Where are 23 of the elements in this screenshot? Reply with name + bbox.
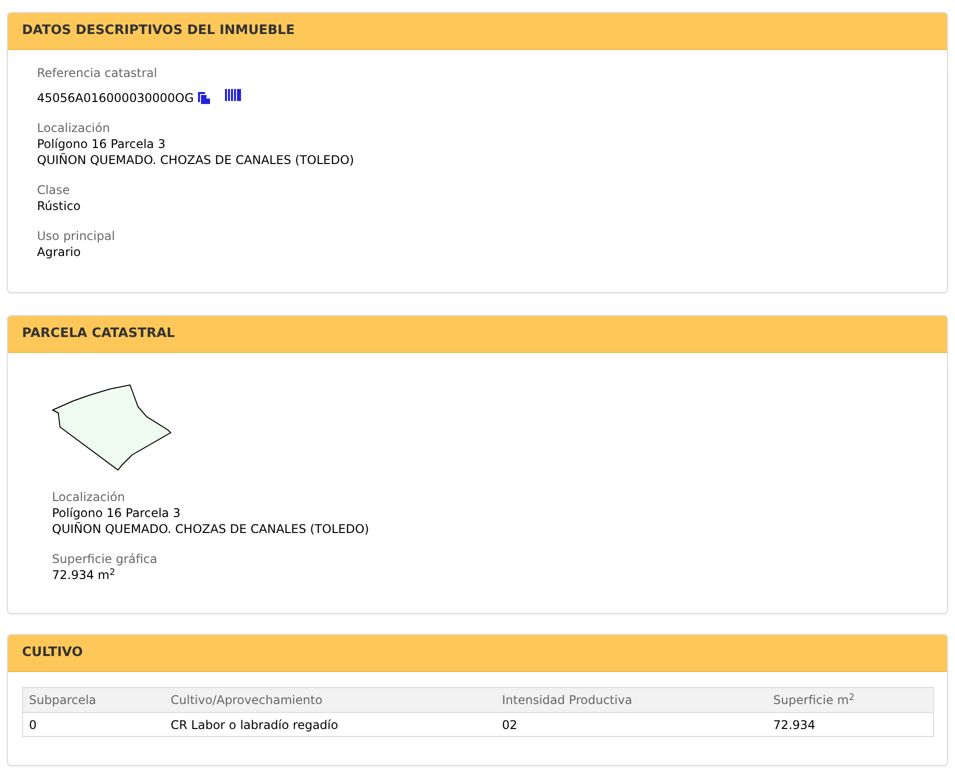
field-value: Polígono 16 Parcela 3 <box>52 505 180 521</box>
panel-title: PARCELA CATASTRAL <box>22 325 175 344</box>
copy-icon[interactable] <box>198 92 210 104</box>
panel-title: CULTIVO <box>22 644 83 662</box>
field-value: Rústico <box>37 198 81 214</box>
field-label: Clase <box>37 182 70 198</box>
field-value: 45056A016000030000OG <box>37 90 194 106</box>
table-cell: 0 <box>22 712 165 736</box>
barcode-icon[interactable] <box>224 89 241 101</box>
field-label: Superficie gráfica <box>52 551 158 567</box>
field-value: 72.934 m$^{2}$ <box>52 567 116 583</box>
field-value: Agrario <box>37 244 81 260</box>
table-cell: 72.934 <box>767 712 934 736</box>
field-label: Uso principal <box>37 228 115 244</box>
field-value: QUIÑON QUEMADO. CHOZAS DE CANALES (TOLEDO) <box>37 152 354 168</box>
field-value: Polígono 16 Parcela 3 <box>37 136 166 152</box>
field-value: QUIÑON QUEMADO. CHOZAS DE CANALES (TOLEDO) <box>52 521 370 537</box>
panel-title: DATOS DESCRIPTIVOS DEL INMUEBLE <box>22 22 295 40</box>
field-label: Referencia catastral <box>37 65 158 81</box>
field-label: Localización <box>52 489 125 505</box>
table-cell: 02 <box>496 712 768 736</box>
field-label: Localización <box>37 120 110 136</box>
table-cell: CR Labor o labradío regadío <box>164 712 496 736</box>
